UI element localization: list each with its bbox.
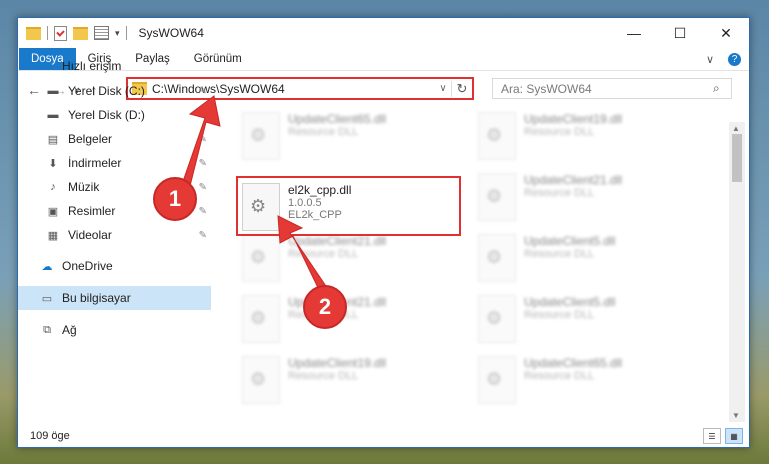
step-badge-2: 2	[303, 285, 347, 329]
arrow-2	[277, 215, 331, 297]
annotation-arrows	[179, 95, 331, 297]
step-badge-1: 1	[153, 177, 197, 221]
